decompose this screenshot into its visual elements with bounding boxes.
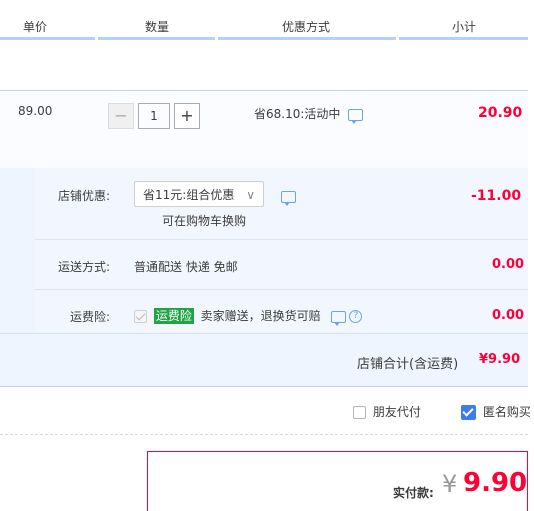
quantity-stepper: − 1 + bbox=[108, 103, 200, 129]
divider bbox=[35, 289, 528, 290]
friend-pay-checkbox[interactable] bbox=[353, 406, 366, 419]
payment-label: 实付款: bbox=[393, 486, 434, 500]
currency-symbol: ¥ bbox=[442, 470, 458, 498]
payment-summary-box: 实付款: ¥ 9.90 bbox=[147, 451, 528, 511]
shop-total-label: 店铺合计(含运费) bbox=[357, 357, 459, 372]
chat-bubble-icon[interactable] bbox=[281, 190, 296, 206]
section-divider bbox=[0, 434, 528, 435]
insurance-description: 卖家赠送，退换货可赔 bbox=[200, 309, 321, 323]
promotion-text: 省68.10:活动中 bbox=[254, 107, 341, 121]
col-quantity: 数量 bbox=[145, 20, 170, 34]
shop-discount-label: 店铺优惠: bbox=[58, 189, 111, 203]
order-item-row: 89.00 − 1 + 省68.10:活动中 20.90 bbox=[0, 90, 528, 169]
anonymous-purchase-option[interactable]: 匿名购买 bbox=[461, 403, 531, 420]
insurance-option: 运费险 卖家赠送，退换货可赔 ? bbox=[134, 307, 363, 326]
qty-decrease-button[interactable]: − bbox=[108, 103, 134, 129]
col-discount-method: 优惠方式 bbox=[282, 20, 331, 34]
shop-discount-hint: 可在购物车换购 bbox=[162, 214, 247, 228]
anonymous-label: 匿名购买 bbox=[482, 405, 531, 419]
header-underline bbox=[98, 37, 215, 40]
chat-bubble-icon[interactable] bbox=[348, 108, 364, 124]
chat-bubble-icon[interactable] bbox=[330, 310, 346, 326]
friend-pay-option[interactable]: 朋友代付 bbox=[353, 403, 421, 420]
shop-summary-panel: 店铺优惠: 省11元:组合优惠 ∨ 可在购物车换购 -11.00 运送方式: 普… bbox=[0, 168, 528, 387]
header-underline bbox=[399, 37, 528, 40]
shop-discount-select[interactable]: 省11元:组合优惠 ∨ bbox=[134, 181, 264, 207]
shop-discount-amount: -11.00 bbox=[471, 188, 522, 204]
shipping-method: 普通配送 快递 免邮 bbox=[134, 260, 238, 274]
divider bbox=[0, 333, 528, 334]
divider bbox=[35, 239, 528, 240]
shipping-label: 运送方式: bbox=[58, 260, 111, 274]
order-table-header: 单价 数量 优惠方式 小计 bbox=[0, 0, 528, 40]
header-underline bbox=[218, 37, 396, 40]
header-underline bbox=[0, 37, 95, 40]
insurance-amount: 0.00 bbox=[492, 308, 525, 323]
chevron-down-icon: ∨ bbox=[246, 188, 255, 202]
qty-increase-button[interactable]: + bbox=[174, 103, 200, 129]
insurance-checkbox[interactable] bbox=[134, 310, 147, 323]
col-subtotal: 小计 bbox=[452, 20, 477, 34]
item-promotion: 省68.10:活动中 bbox=[254, 105, 364, 124]
shop-discount-selected: 省11元:组合优惠 bbox=[143, 188, 235, 202]
qty-input[interactable]: 1 bbox=[138, 103, 170, 129]
help-icon[interactable]: ? bbox=[349, 310, 363, 323]
insurance-label: 运费险: bbox=[70, 310, 111, 324]
shop-total-amount: ¥9.90 bbox=[479, 352, 521, 367]
unit-price: 89.00 bbox=[18, 104, 53, 118]
insurance-tag: 运费险 bbox=[153, 308, 194, 324]
col-unit-price: 单价 bbox=[23, 20, 48, 34]
anonymous-checkbox[interactable] bbox=[461, 405, 476, 420]
item-subtotal: 20.90 bbox=[478, 105, 523, 121]
friend-pay-label: 朋友代付 bbox=[372, 405, 421, 419]
payment-amount: 9.90 bbox=[463, 468, 528, 498]
shipping-amount: 0.00 bbox=[492, 257, 525, 272]
